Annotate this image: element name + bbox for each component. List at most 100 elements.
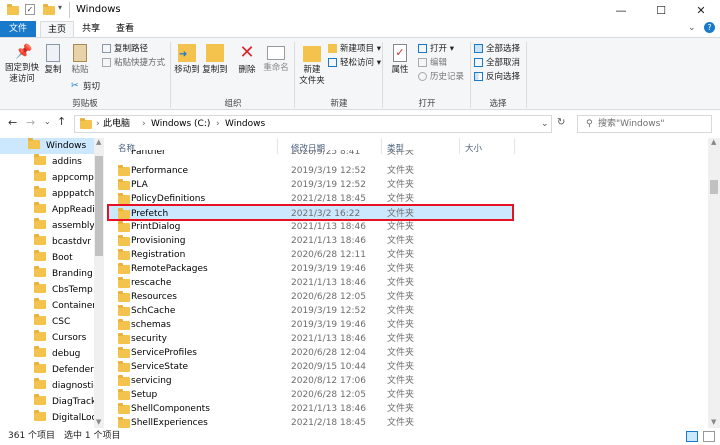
breadcrumb-separator: ›	[257, 119, 261, 129]
nav-item-selected[interactable]: Windows	[0, 138, 94, 154]
breadcrumb-this-pc[interactable]: 此电脑	[103, 116, 130, 132]
nav-item[interactable]: Branding	[0, 266, 93, 282]
large-icons-view-icon[interactable]	[703, 431, 715, 442]
scroll-up-icon[interactable]: ▲	[711, 138, 716, 146]
address-dropdown-icon[interactable]: ⌄	[541, 116, 549, 132]
nav-item[interactable]: assembly	[0, 218, 95, 234]
folder-icon	[34, 282, 46, 293]
recent-locations-icon[interactable]: ⌄	[44, 117, 51, 126]
minimize-button[interactable]: —	[601, 0, 641, 21]
file-name: SchCache	[131, 306, 176, 316]
nav-item[interactable]: bcastdvr	[0, 234, 91, 250]
open-button[interactable]: 打开 ▾	[418, 43, 454, 55]
scroll-down-icon[interactable]: ▼	[711, 418, 716, 426]
scroll-up-icon[interactable]: ▲	[96, 138, 101, 146]
back-arrow-icon[interactable]: ←	[8, 116, 17, 129]
table-row-selected[interactable]: Prefetch 2021/3/2 16:22 文件夹	[107, 204, 514, 221]
table-row[interactable]: security 2021/1/13 18:46 文件夹	[107, 332, 514, 346]
table-row[interactable]: ShellComponents 2021/1/13 18:46 文件夹	[107, 402, 514, 416]
nav-item[interactable]: apppatch	[0, 186, 94, 202]
nav-item[interactable]: Boot	[0, 250, 73, 266]
table-row[interactable]: ServiceProfiles 2020/6/28 12:04 文件夹	[107, 346, 514, 360]
tab-home[interactable]: 主页	[40, 21, 74, 38]
nav-scroll-thumb[interactable]	[95, 156, 103, 256]
nav-item[interactable]: Containers	[0, 298, 101, 314]
table-row[interactable]: Panther 2020/9/25 8:41 文件夹	[107, 150, 514, 159]
rename-button[interactable]: 重命名	[262, 44, 290, 74]
table-row[interactable]: PrintDialog 2021/1/13 18:46 文件夹	[107, 220, 514, 234]
table-row[interactable]: servicing 2020/8/12 17:06 文件夹	[107, 374, 514, 388]
copy-path-button[interactable]: 复制路径	[102, 43, 148, 55]
new-folder-quick-icon[interactable]	[43, 4, 55, 18]
list-scroll-thumb[interactable]	[710, 180, 718, 194]
up-arrow-icon[interactable]: ↑	[57, 115, 66, 128]
copy-button[interactable]: 复制	[42, 44, 64, 76]
help-icon[interactable]: ?	[704, 22, 715, 33]
scroll-down-icon[interactable]: ▼	[96, 418, 101, 426]
cut-button[interactable]: ✂ 剪切	[71, 81, 100, 93]
properties-button[interactable]: ✓ 属性	[388, 44, 412, 76]
address-bar[interactable]: › 此电脑 › Windows (C:) › Windows › ⌄	[74, 115, 552, 133]
tab-view[interactable]: 查看	[110, 21, 140, 37]
file-date: 2020/9/15 10:44	[291, 362, 366, 372]
table-row[interactable]: ShellExperiences 2021/2/18 18:45 文件夹	[107, 416, 514, 428]
tab-file[interactable]: 文件	[0, 21, 36, 37]
folder-icon	[34, 218, 46, 229]
nav-item[interactable]: addins	[0, 154, 82, 170]
tab-share[interactable]: 共享	[76, 21, 106, 37]
invert-selection-icon	[474, 72, 483, 81]
new-item-button[interactable]: 新建项目 ▾	[328, 43, 381, 55]
forward-arrow-icon[interactable]: →	[26, 116, 35, 129]
select-all-button[interactable]: 全部选择	[474, 43, 520, 55]
edit-button[interactable]: 编辑	[418, 57, 447, 69]
nav-item[interactable]: Defender	[0, 362, 94, 378]
nav-item[interactable]: diagnostics	[0, 378, 103, 394]
search-placeholder: 搜索"Windows"	[598, 119, 665, 129]
table-row[interactable]: Registration 2020/6/28 12:11 文件夹	[107, 248, 514, 262]
search-input[interactable]: ⚲ 搜索"Windows"	[577, 115, 712, 133]
table-row[interactable]: RemotePackages 2019/3/19 19:46 文件夹	[107, 262, 514, 276]
nav-item[interactable]: Cursors	[0, 330, 86, 346]
nav-item[interactable]: DiagTrack	[0, 394, 96, 410]
table-row[interactable]: Provisioning 2021/1/13 18:46 文件夹	[107, 234, 514, 248]
delete-button[interactable]: ✕ 删除	[236, 44, 258, 76]
table-row[interactable]: Setup 2020/6/28 12:05 文件夹	[107, 388, 514, 402]
move-to-button[interactable]: ➜ 移动到	[174, 44, 200, 76]
easy-access-button[interactable]: 轻松访问 ▾	[328, 57, 381, 69]
column-divider[interactable]	[514, 138, 515, 154]
table-row[interactable]: schemas 2019/3/19 19:46 文件夹	[107, 318, 514, 332]
table-row[interactable]: Resources 2020/6/28 12:05 文件夹	[107, 290, 514, 304]
nav-item-label: CSC	[52, 317, 71, 327]
file-name: Resources	[131, 292, 177, 302]
pin-to-quick-access-button[interactable]: 📌 固定到快 速访问	[4, 44, 40, 85]
table-row[interactable]: Performance 2019/3/19 12:52 文件夹	[107, 164, 514, 178]
nav-item[interactable]: CbsTemp	[0, 282, 93, 298]
breadcrumb-drive[interactable]: Windows (C:)	[151, 116, 210, 132]
details-view-icon[interactable]	[686, 431, 698, 442]
table-row[interactable]: rescache 2021/1/13 18:46 文件夹	[107, 276, 514, 290]
table-row[interactable]: SchCache 2019/3/19 12:52 文件夹	[107, 304, 514, 318]
nav-item[interactable]: debug	[0, 346, 80, 362]
collapse-ribbon-icon[interactable]: ⌄	[688, 23, 696, 33]
invert-selection-button[interactable]: 反向选择	[474, 71, 520, 83]
table-row[interactable]: PLA 2019/3/19 12:52 文件夹	[107, 178, 514, 192]
new-folder-button[interactable]: 新建 文件夹	[298, 44, 326, 87]
list-scrollbar[interactable]: ▲ ▼	[708, 138, 720, 428]
paste-button[interactable]: 粘贴	[68, 44, 92, 76]
navigation-bar: ← → ⌄ ↑ › 此电脑 › Windows (C:) › Windows ›…	[0, 110, 720, 137]
refresh-icon[interactable]: ↻	[557, 117, 565, 128]
copy-to-button[interactable]: 复制到	[202, 44, 228, 76]
paste-shortcut-button[interactable]: 粘贴快捷方式	[102, 57, 165, 69]
quick-access-dropdown-icon[interactable]: ▾	[58, 3, 62, 12]
close-button[interactable]: ✕	[681, 0, 720, 21]
maximize-button[interactable]: ☐	[641, 0, 681, 21]
nav-item[interactable]: appcompat	[0, 170, 103, 186]
nav-scrollbar[interactable]: ▲ ▼	[94, 138, 104, 428]
nav-item[interactable]: AppReadine	[0, 202, 104, 218]
nav-item[interactable]: CSC	[0, 314, 70, 330]
table-row[interactable]: ServiceState 2020/9/15 10:44 文件夹	[107, 360, 514, 374]
properties-quick-icon[interactable]: ✓	[25, 4, 35, 15]
nav-item[interactable]: DigitalLocke	[0, 410, 104, 426]
history-button[interactable]: 历史记录	[418, 71, 464, 83]
select-none-button[interactable]: 全部取消	[474, 57, 520, 69]
